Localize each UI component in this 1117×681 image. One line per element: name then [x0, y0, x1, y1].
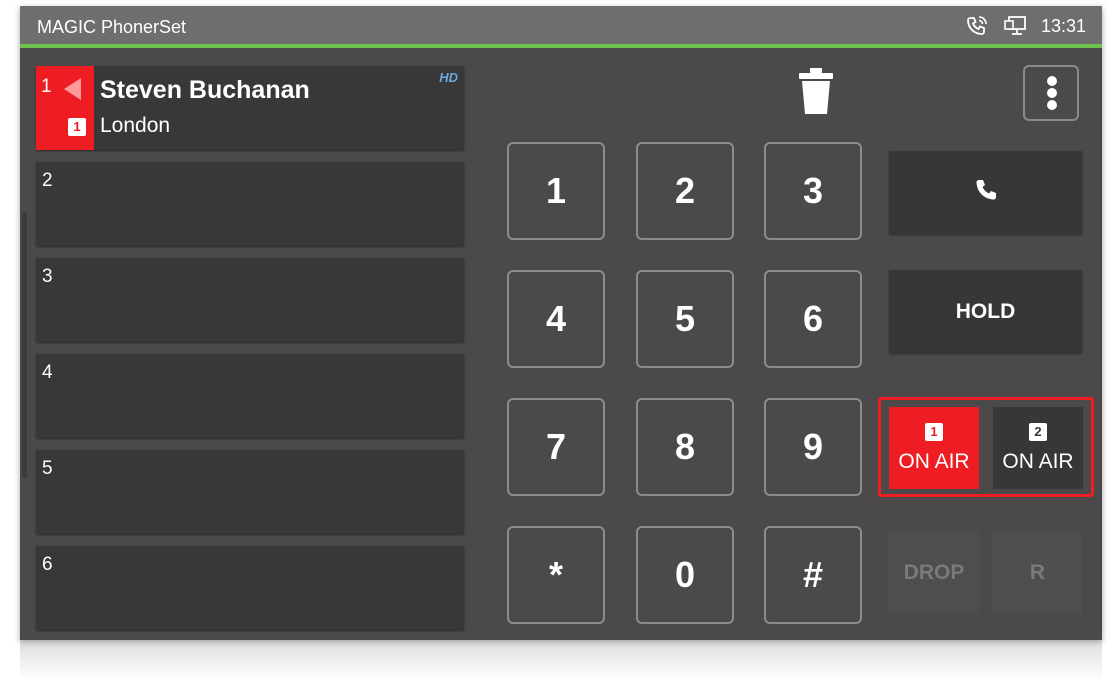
keypad-key-5[interactable]: 5 [636, 270, 734, 368]
keypad-key-2[interactable]: 2 [636, 142, 734, 240]
hold-button[interactable]: HOLD [889, 270, 1082, 353]
device-reflection [20, 640, 1102, 681]
clock: 13:31 [1040, 15, 1086, 36]
menu-dot [1047, 76, 1057, 86]
phone-ringing-icon [965, 15, 989, 37]
on-air-label: ON AIR [1002, 449, 1074, 473]
caller-name: Steven Buchanan [100, 76, 310, 104]
on-air-label: ON AIR [898, 449, 970, 473]
on-air-group: 1 ON AIR 2 ON AIR [878, 397, 1094, 497]
keypad-key-9[interactable]: 9 [764, 398, 862, 496]
studio-1-badge: 1 [925, 422, 943, 441]
keypad-key-8[interactable]: 8 [636, 398, 734, 496]
line-slot-3[interactable]: 3 [36, 258, 464, 342]
on-air-2-button[interactable]: 2 ON AIR [993, 407, 1083, 489]
on-air-1-button[interactable]: 1 ON AIR [889, 407, 979, 489]
line-list-scrollbar[interactable] [22, 212, 27, 478]
line-number: 1 [41, 76, 52, 97]
keypad-key-7[interactable]: 7 [507, 398, 605, 496]
r-button[interactable]: R [993, 532, 1082, 614]
keypad-key-3[interactable]: 3 [764, 142, 862, 240]
keypad-key-1[interactable]: 1 [507, 142, 605, 240]
menu-dot [1047, 100, 1057, 110]
line-number: 4 [42, 362, 53, 383]
line-number: 3 [42, 266, 53, 287]
status-bar: MAGIC PhonerSet 13:31 [20, 6, 1102, 48]
line-number: 6 [42, 554, 53, 575]
caller-city: London [100, 114, 171, 137]
phoner-window: MAGIC PhonerSet 13:31 1 1 Steven Buchana… [20, 6, 1102, 640]
kebab-menu-icon[interactable] [1023, 65, 1079, 121]
menu-dot [1047, 88, 1057, 98]
studio-2-badge: 2 [1029, 422, 1047, 441]
keypad-key-4[interactable]: 4 [507, 270, 605, 368]
trash-icon[interactable] [796, 66, 836, 116]
keypad-key-hash[interactable]: # [764, 526, 862, 624]
line-slot-5[interactable]: 5 [36, 450, 464, 534]
line-slot-4[interactable]: 4 [36, 354, 464, 438]
incoming-arrow-icon [64, 78, 81, 100]
line-studio-badge: 1 [68, 118, 86, 136]
line-number: 2 [42, 170, 53, 191]
keypad-key-0[interactable]: 0 [636, 526, 734, 624]
keypad-key-6[interactable]: 6 [764, 270, 862, 368]
network-monitor-icon [1003, 15, 1027, 37]
line-slot-1[interactable]: 1 1 Steven Buchanan London HD [36, 66, 464, 150]
phone-handset-icon [974, 178, 998, 207]
line-number: 5 [42, 458, 53, 479]
keypad-key-star[interactable]: * [507, 526, 605, 624]
status-icons: 13:31 [965, 15, 1086, 37]
app-title: MAGIC PhonerSet [37, 17, 187, 37]
line-slot-6[interactable]: 6 [36, 546, 464, 630]
drop-button[interactable]: DROP [889, 532, 979, 614]
line-slot-2[interactable]: 2 [36, 162, 464, 246]
hd-audio-badge: HD [439, 70, 458, 85]
call-button[interactable] [889, 151, 1082, 234]
